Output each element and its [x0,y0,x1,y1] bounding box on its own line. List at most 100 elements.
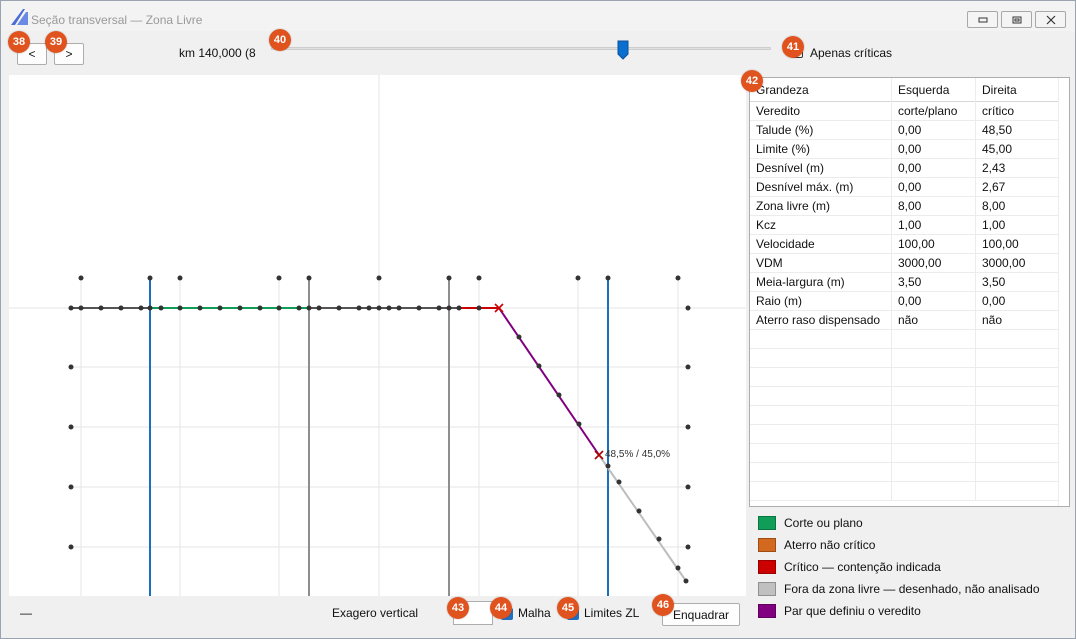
cell-esquerda [892,330,976,349]
table-row[interactable]: Aterro raso dispensado não não [750,311,1060,330]
maximize-button[interactable] [1001,11,1032,28]
annotation-badge: 44 [490,597,512,619]
cell-grandeza [750,387,892,406]
table-row[interactable]: Kcz 1,00 1,00 [750,216,1060,235]
verdict-point-marker [594,450,604,460]
cell-direita: 8,00 [976,197,1060,216]
minimize-button[interactable] [967,11,998,28]
close-button[interactable] [1035,11,1066,28]
legend-item: Fora da zona livre — desenhado, não anal… [758,581,1058,597]
window-title: Seção transversal — Zona Livre [31,13,203,27]
table-empty-row[interactable] [750,368,1060,387]
cell-grandeza [750,482,892,501]
cross-section-window: Seção transversal — Zona Livre < > km 14… [0,0,1076,639]
cell-esquerda [892,406,976,425]
bottom-bar: — Exagero vertical Malha Limites ZL Enqu… [1,598,749,634]
cell-esquerda: 0,00 [892,178,976,197]
legend-item: Aterro não crítico [758,537,1058,553]
legend-label: Aterro não crítico [784,538,876,552]
cell-esquerda: 0,00 [892,140,976,159]
cell-grandeza: Raio (m) [750,292,892,311]
legend-label: Crítico — contenção indicada [784,560,941,574]
table-empty-row[interactable] [750,349,1060,368]
cross-section-plot[interactable]: 48,5% / 45,0% [9,75,746,596]
column-header-direita[interactable]: Direita [976,78,1060,102]
cell-esquerda [892,349,976,368]
table-row[interactable]: VDM 3000,00 3000,00 [750,254,1060,273]
table-empty-row[interactable] [750,330,1060,349]
table-row[interactable]: Limite (%) 0,00 45,00 [750,140,1060,159]
cell-esquerda [892,387,976,406]
annotation-badge: 39 [45,31,67,53]
cell-grandeza [750,330,892,349]
cell-grandeza [750,425,892,444]
legend-item: Crítico — contenção indicada [758,559,1058,575]
table-row[interactable]: Talude (%) 0,00 48,50 [750,121,1060,140]
legend-label: Fora da zona livre — desenhado, não anal… [784,582,1040,596]
table-row[interactable]: Velocidade 100,00 100,00 [750,235,1060,254]
cell-direita [976,444,1060,463]
cell-direita [976,349,1060,368]
legend-swatch [758,560,776,574]
annotation-badge: 42 [741,70,763,92]
cell-esquerda: 0,00 [892,121,976,140]
cell-grandeza: Veredito [750,102,892,121]
minimize-icon [978,17,987,22]
cell-esquerda: 3000,00 [892,254,976,273]
legend-swatch [758,582,776,596]
cell-direita [976,368,1060,387]
cell-direita: 100,00 [976,235,1060,254]
table-empty-row[interactable] [750,463,1060,482]
table-row[interactable]: Meia-largura (m) 3,50 3,50 [750,273,1060,292]
cell-direita: não [976,311,1060,330]
table-empty-row[interactable] [750,482,1060,501]
table-empty-row[interactable] [750,425,1060,444]
legend-swatch [758,604,776,618]
table-empty-row[interactable] [750,444,1060,463]
table-row[interactable]: Zona livre (m) 8,00 8,00 [750,197,1060,216]
cell-grandeza: Desnível (m) [750,159,892,178]
table-row[interactable]: Desnível máx. (m) 0,00 2,67 [750,178,1060,197]
exagero-label: Exagero vertical [332,606,419,620]
cell-direita [976,406,1060,425]
cell-direita [976,425,1060,444]
cell-grandeza [750,444,892,463]
grid-lines [9,75,746,596]
cell-esquerda: não [892,311,976,330]
cell-grandeza: Talude (%) [750,121,892,140]
annotation-badge: 46 [652,594,674,616]
cell-grandeza [750,406,892,425]
table-row[interactable]: Raio (m) 0,00 0,00 [750,292,1060,311]
cell-direita: 45,00 [976,140,1060,159]
table-scrollbar[interactable] [1058,78,1069,506]
grid-top-markers [78,275,681,281]
annotation-badge: 43 [447,597,469,619]
results-table[interactable]: Grandeza Esquerda Direita Veredito corte/… [749,77,1070,507]
km-slider-track[interactable] [271,47,771,50]
cell-grandeza [750,463,892,482]
table-row[interactable]: Veredito corte/plano crítico [750,102,1060,121]
cell-grandeza [750,349,892,368]
km-label: km 140,000 (8 [179,46,256,60]
cell-direita [976,387,1060,406]
km-slider-thumb[interactable] [617,40,629,60]
profile-outside-right [598,454,687,582]
cell-esquerda [892,444,976,463]
cell-direita: 3,50 [976,273,1060,292]
table-row[interactable]: Desnível (m) 0,00 2,43 [750,159,1060,178]
column-header-grandeza[interactable]: Grandeza [750,78,892,102]
cell-esquerda [892,425,976,444]
table-empty-row[interactable] [750,406,1060,425]
cell-direita: 48,50 [976,121,1060,140]
cell-direita: crítico [976,102,1060,121]
cell-grandeza: Limite (%) [750,140,892,159]
table-empty-row[interactable] [750,387,1060,406]
profile-verdict-pair [498,307,600,456]
cell-esquerda: 3,50 [892,273,976,292]
legend-item: Corte ou plano [758,515,1058,531]
cell-esquerda [892,463,976,482]
toolbar: < > km 140,000 (8 Apenas críticas [1,31,1075,75]
cell-direita: 3000,00 [976,254,1060,273]
cell-grandeza: VDM [750,254,892,273]
column-header-esquerda[interactable]: Esquerda [892,78,976,102]
